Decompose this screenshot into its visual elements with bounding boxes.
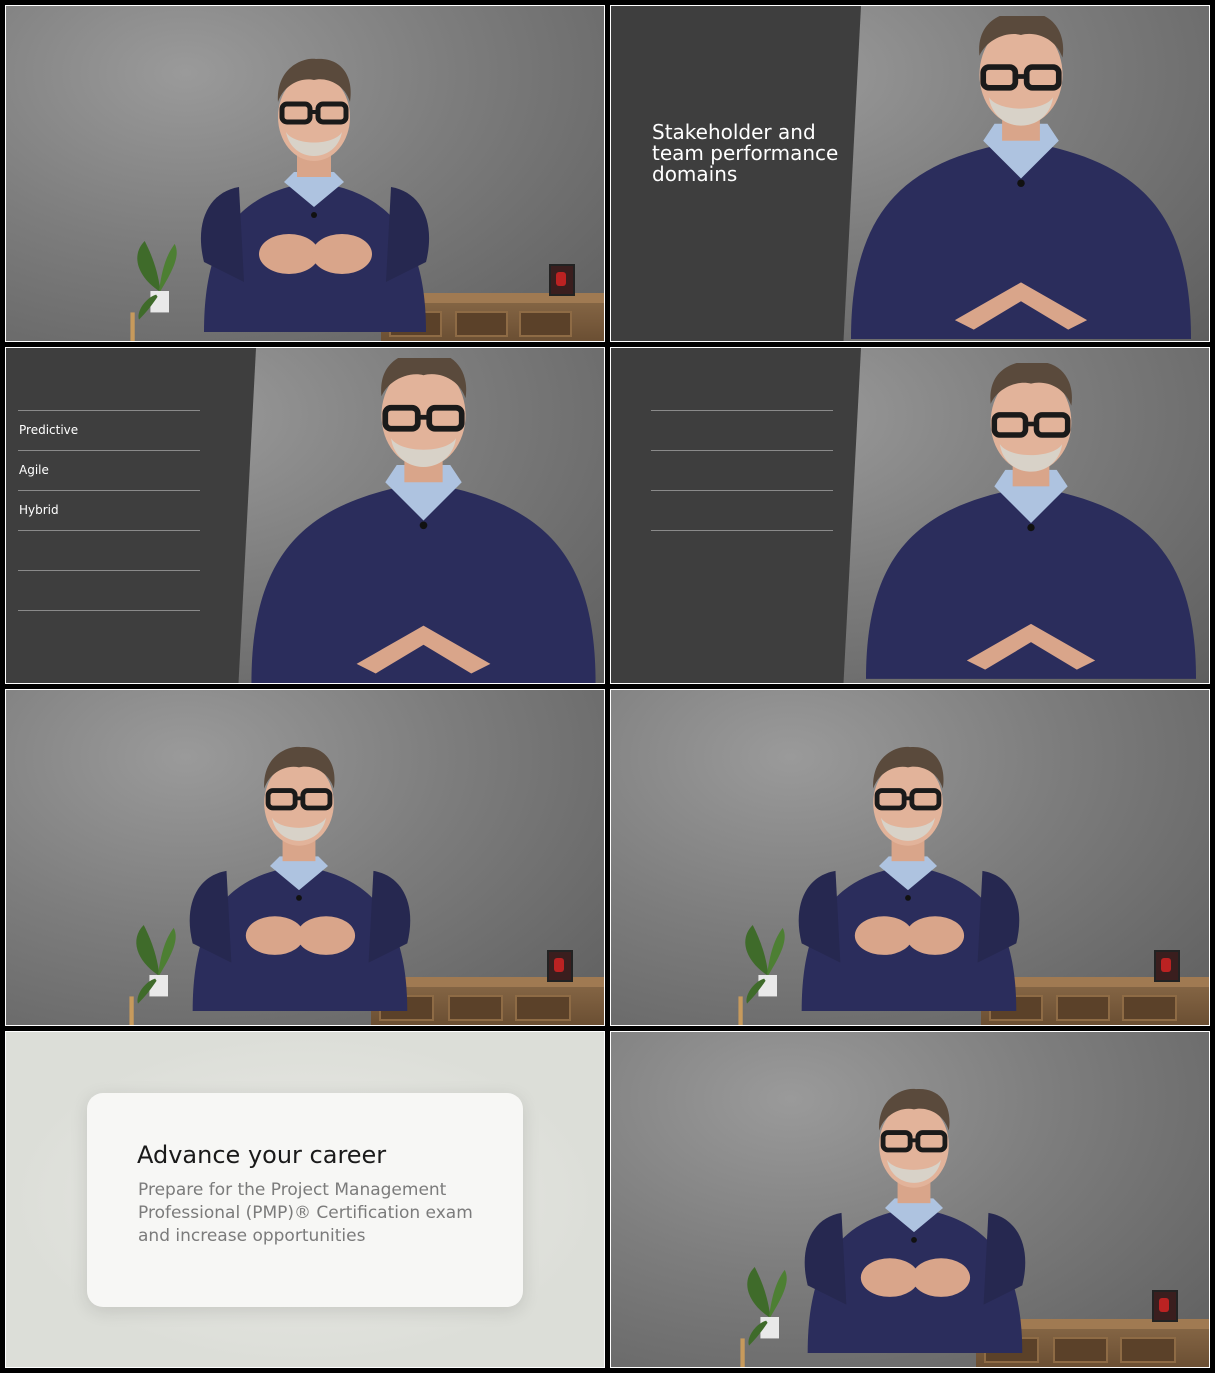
list-item	[18, 530, 200, 570]
video-frame-7: Advance your career Prepare for the Proj…	[5, 1031, 605, 1368]
presenter	[154, 707, 444, 1025]
list-divider	[651, 410, 833, 450]
video-frame-4	[610, 347, 1210, 684]
list-divider	[651, 450, 833, 490]
card-title: Advance your career	[137, 1141, 387, 1169]
list-item: Agile	[18, 450, 200, 490]
presenter	[769, 1049, 1059, 1367]
list-divider	[651, 530, 833, 543]
presenter	[251, 358, 596, 683]
list-item: Predictive	[18, 410, 200, 450]
approach-list: Predictive Agile Hybrid	[18, 410, 200, 623]
panel-title: Stakeholder and team performance domains	[652, 120, 839, 186]
list-item: Hybrid	[18, 490, 200, 530]
list-item	[18, 570, 200, 610]
video-frame-6	[610, 689, 1210, 1026]
video-frame-3: Predictive Agile Hybrid	[5, 347, 605, 684]
decor-cube	[1152, 1290, 1178, 1322]
list-divider	[651, 490, 833, 530]
list-divider	[18, 610, 200, 623]
presenter	[866, 363, 1196, 683]
video-frame-8	[610, 1031, 1210, 1368]
video-frame-1	[5, 5, 605, 342]
decor-cube	[547, 950, 573, 982]
decor-cube	[549, 264, 575, 296]
video-frame-5	[5, 689, 605, 1026]
end-card: Advance your career Prepare for the Proj…	[87, 1093, 523, 1307]
decor-cube	[1154, 950, 1180, 982]
card-subtitle: Prepare for the Project Management Profe…	[138, 1180, 473, 1246]
presenter	[164, 23, 464, 341]
empty-list	[651, 410, 833, 543]
video-frame-2: Stakeholder and team performance domains	[610, 5, 1210, 342]
presenter	[851, 16, 1191, 341]
presenter	[763, 707, 1053, 1025]
